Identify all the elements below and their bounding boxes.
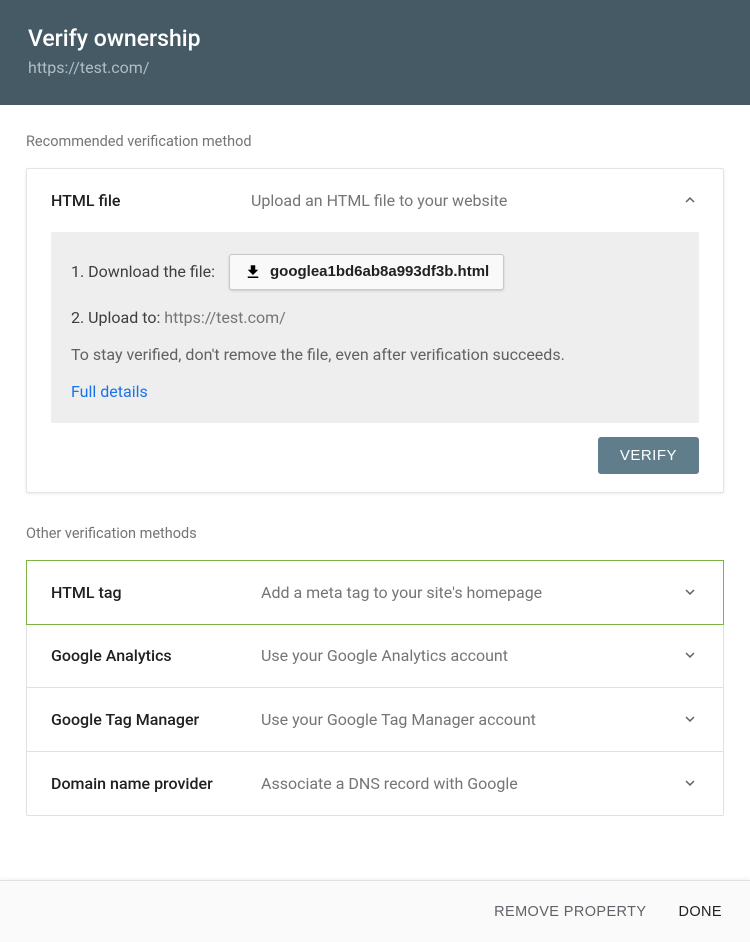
other-methods-list: HTML tag Add a meta tag to your site's h… [26,560,724,816]
step2-url: https://test.com/ [164,308,285,327]
method-name: Google Analytics [51,646,261,665]
method-domain-name-provider[interactable]: Domain name provider Associate a DNS rec… [27,752,723,815]
method-desc: Upload an HTML file to your website [251,191,681,210]
download-filename: googlea1bd6ab8a993df3b.html [270,263,489,280]
method-desc: Associate a DNS record with Google [261,774,681,793]
method-desc: Use your Google Tag Manager account [261,710,681,729]
step2-prefix: 2. Upload to: [71,308,164,327]
html-file-header[interactable]: HTML file Upload an HTML file to your we… [27,169,723,232]
card-actions: VERIFY [27,423,723,492]
method-desc: Use your Google Analytics account [261,646,681,665]
other-section-label: Other verification methods [26,525,724,542]
full-details-link[interactable]: Full details [71,382,679,401]
step-download: 1. Download the file: googlea1bd6ab8a993… [71,254,679,290]
step1-label: 1. Download the file: [71,262,215,281]
chevron-down-icon [681,583,699,601]
done-button[interactable]: DONE [679,904,723,920]
stay-verified-note: To stay verified, don't remove the file,… [71,345,679,364]
remove-property-button[interactable]: REMOVE PROPERTY [494,904,646,920]
download-icon [244,263,262,281]
download-file-button[interactable]: googlea1bd6ab8a993df3b.html [229,254,504,290]
chevron-down-icon [681,646,699,664]
chevron-up-icon [681,191,699,209]
method-google-tag-manager[interactable]: Google Tag Manager Use your Google Tag M… [27,688,723,752]
dialog-footer: REMOVE PROPERTY DONE [0,880,750,942]
method-html-tag[interactable]: HTML tag Add a meta tag to your site's h… [26,560,724,625]
property-url: https://test.com/ [28,58,722,77]
method-name: HTML tag [51,583,261,602]
html-file-body: 1. Download the file: googlea1bd6ab8a993… [51,232,699,423]
dialog-content: Recommended verification method HTML fil… [0,105,750,816]
method-desc: Add a meta tag to your site's homepage [261,583,681,602]
page-title: Verify ownership [28,24,722,54]
chevron-down-icon [681,710,699,728]
method-google-analytics[interactable]: Google Analytics Use your Google Analyti… [27,624,723,688]
step-upload: 2. Upload to: https://test.com/ [71,308,679,327]
verify-button[interactable]: VERIFY [598,437,699,474]
method-name: Google Tag Manager [51,710,261,729]
recommended-section-label: Recommended verification method [26,133,724,150]
method-name: Domain name provider [51,774,261,793]
chevron-down-icon [681,774,699,792]
html-file-card: HTML file Upload an HTML file to your we… [26,168,724,493]
dialog-header: Verify ownership https://test.com/ [0,0,750,105]
method-name: HTML file [51,191,251,210]
